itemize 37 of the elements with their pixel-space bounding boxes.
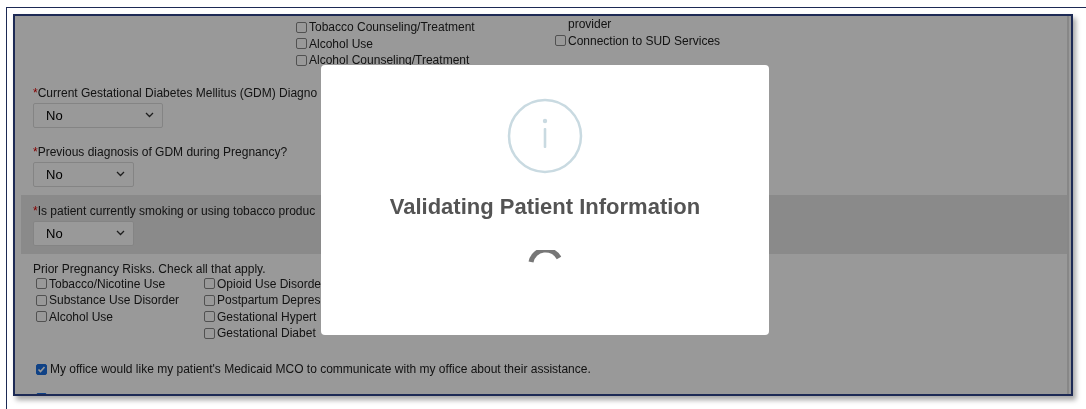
option-label: Connection to SUD Services: [568, 33, 721, 48]
checkbox[interactable]: [36, 278, 47, 290]
chevron-down-icon: [116, 230, 125, 236]
option-label: Substance Use Disorder: [49, 293, 180, 308]
option-label: Alcohol Counseling/Treatment: [309, 53, 470, 68]
info-icon: [507, 98, 583, 174]
section-heading: Prior Pregnancy Risks. Check all that apply.: [33, 261, 267, 276]
select-field[interactable]: No: [33, 102, 163, 128]
checkbox[interactable]: [204, 311, 215, 323]
consent-label: My office would like my patient's Medicaid MCO to communicate with my office about their assistance.: [50, 362, 591, 376]
checkbox[interactable]: [296, 38, 307, 50]
select-field[interactable]: No: [33, 161, 134, 187]
option-label: Postpartum Depres: [217, 293, 321, 308]
checkbox[interactable]: [296, 21, 307, 33]
option-label: provider: [567, 17, 612, 32]
checkbox[interactable]: [204, 278, 215, 290]
chevron-down-icon: [116, 171, 125, 177]
checkbox[interactable]: [296, 54, 307, 66]
chevron-down-icon: [145, 112, 154, 118]
option-label: Tobacco Counseling/Treatment: [309, 20, 475, 35]
dialog-title: Validating Patient Information: [389, 194, 701, 220]
checkbox[interactable]: [36, 311, 47, 323]
select-field[interactable]: No: [33, 220, 134, 246]
checkbox[interactable]: [555, 35, 566, 47]
question-label: *Previous diagnosis of GDM during Pregnancy?: [33, 144, 288, 159]
checkbox[interactable]: [36, 294, 47, 306]
option-label: Gestational Diabet: [217, 326, 316, 341]
question-label: *Current Gestational Diabetes Mellitus (GDM) Diagno: [33, 85, 318, 100]
checkbox[interactable]: [204, 294, 215, 306]
question-label: *Is patient currently smoking or using tobacco produc: [33, 203, 316, 218]
checkbox[interactable]: [36, 363, 47, 375]
option-label: Gestational Hypert: [217, 309, 317, 324]
checkbox[interactable]: [204, 327, 215, 339]
option-label: Opioid Use Disorde: [217, 276, 322, 291]
option-label: Tobacco/Nicotine Use: [49, 276, 166, 291]
option-label: Alcohol Use: [309, 36, 374, 51]
option-label: Alcohol Use: [49, 309, 114, 324]
